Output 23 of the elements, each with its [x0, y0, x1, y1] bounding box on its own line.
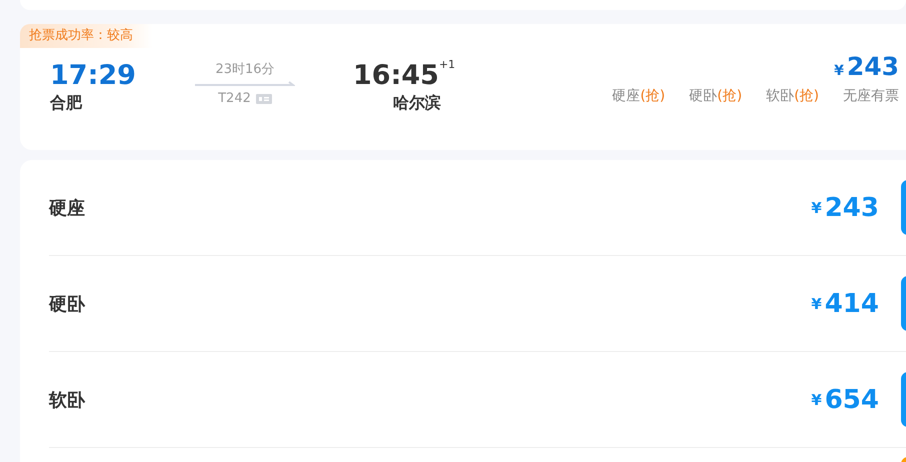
day-offset: +1 — [438, 58, 456, 71]
train-number: T242 — [218, 91, 251, 106]
seat-availability: 无座有票 — [843, 87, 899, 105]
seat-availability: 硬卧(抢) — [689, 87, 742, 105]
duration: 23时16分 — [215, 61, 275, 78]
currency-sign: ¥ — [834, 63, 844, 79]
currency-sign: ¥ — [811, 390, 822, 408]
departure-station: 合肥 — [50, 93, 84, 114]
currency-sign: ¥ — [811, 294, 822, 312]
arrival-time: 16:45 — [353, 61, 439, 91]
currency-sign: ¥ — [811, 198, 822, 216]
seat-availability: 硬座(抢) — [612, 87, 666, 105]
departure-time: 17:29 — [50, 61, 137, 91]
price: 243 — [846, 52, 899, 81]
seat-type: 硬座 — [49, 196, 85, 220]
seat-type: 硬卧 — [49, 292, 85, 316]
price: 414 — [824, 288, 879, 318]
seat-availability: 软卧(抢) — [766, 87, 819, 105]
seat-type: 软卧 — [49, 388, 85, 412]
id-card-icon — [256, 94, 272, 104]
price: 654 — [824, 384, 879, 414]
arrival-station: 哈尔滨 — [393, 93, 442, 114]
price: 243 — [824, 192, 879, 222]
